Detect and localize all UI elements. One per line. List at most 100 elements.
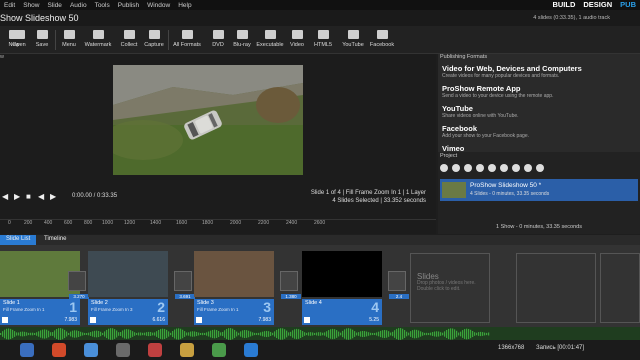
next-button[interactable]: ▶	[50, 192, 56, 201]
browser-icon[interactable]	[52, 343, 66, 357]
slide-caption: Slide 1 Fill Frame Zoom In 1 1 7.983	[0, 299, 80, 325]
save-icon	[36, 30, 48, 39]
project-panel: Project ProShow Slideshow 50 * 4 Slides …	[438, 152, 640, 234]
slide-info: Slide 1 of 4 | Fill Frame Zoom In 1 | 1 …	[311, 189, 426, 205]
rewind-button[interactable]: ◀	[2, 192, 8, 201]
grid-icon	[181, 30, 193, 39]
title-bar: Show Slideshow 50 4 slides (0:33.35), 1 …	[0, 10, 640, 26]
time-ruler[interactable]: 0 200 400 600 800 1000 1200 1400 1600 18…	[0, 219, 436, 231]
mode-publish[interactable]: PUB	[616, 0, 640, 10]
transition[interactable]: 2.4	[388, 271, 409, 299]
settings-icon[interactable]	[536, 164, 544, 172]
mode-design[interactable]: DESIGN	[579, 0, 616, 10]
app-icon[interactable]	[148, 343, 162, 357]
watermark-button[interactable]: Watermark	[84, 28, 112, 48]
youtube-button[interactable]: YouTube	[338, 28, 368, 48]
publishing-formats-panel: Publishing Formats Video for Web, Device…	[438, 54, 640, 153]
menu-tools[interactable]: Tools	[91, 2, 114, 9]
slide-card[interactable]: Slide 2 Fill Frame Zoom In 3 2 6.616	[88, 251, 168, 327]
menu-bar: Edit Show Slide Audio Tools Publish Wind…	[0, 0, 640, 10]
empty-slide-slot[interactable]	[600, 253, 640, 323]
facebook-button[interactable]: Facebook	[367, 28, 397, 48]
ruler-tick: 1200	[124, 220, 136, 226]
format-youtube[interactable]: YouTube Share videos online with YouTube…	[442, 104, 638, 119]
audio-track[interactable]	[0, 327, 640, 341]
arrow-down-icon[interactable]	[524, 164, 532, 172]
ruler-tick: 2000	[230, 220, 242, 226]
all-formats-button[interactable]: All Formats	[172, 28, 202, 48]
playback-controls: ◀ ▶ ■ ◀ ▶ 0:00.00 / 0:33.35 Slide 1 of 4…	[0, 187, 436, 207]
prev-button[interactable]: ◀	[38, 192, 44, 201]
screen-resolution: 1366x768	[498, 345, 525, 351]
collect-button[interactable]: Collect	[115, 28, 143, 48]
executable-button[interactable]: Executable	[255, 28, 285, 48]
play-icon[interactable]	[90, 317, 96, 323]
bluray-button[interactable]: Blu-ray	[228, 28, 256, 48]
tab-timeline[interactable]: Timeline	[38, 235, 72, 245]
ruler-tick: 1400	[150, 220, 162, 226]
folder-icon	[13, 30, 25, 39]
format-remote-app[interactable]: ProShow Remote App Send a video to your …	[442, 84, 638, 99]
toolbar: New Open Save Menu Watermark Collect Cap…	[0, 26, 640, 54]
app-icon[interactable]	[180, 343, 194, 357]
transition[interactable]: 3.691	[174, 271, 195, 299]
capture-button[interactable]: Capture	[140, 28, 168, 48]
play-button[interactable]: ▶	[14, 192, 20, 201]
app-icon[interactable]	[84, 343, 98, 357]
ruler-tick: 200	[24, 220, 33, 226]
ruler-tick: 1800	[202, 220, 214, 226]
proshow-icon[interactable]	[244, 343, 258, 357]
show-thumbnail	[442, 182, 466, 198]
show-name: ProShow Slideshow 50 *	[470, 182, 542, 189]
tab-slide-list[interactable]: Slide List	[0, 235, 37, 245]
stop-button[interactable]: ■	[26, 192, 31, 201]
project-show-item[interactable]: ProShow Slideshow 50 * 4 Slides - 0 minu…	[440, 179, 638, 201]
format-facebook[interactable]: Facebook Add your show to your Facebook …	[442, 124, 638, 139]
arrow-up-icon[interactable]	[512, 164, 520, 172]
slide-card[interactable]: Slide 4 4 5.25	[302, 251, 382, 327]
recording-status: Запись [00:01:47]	[536, 345, 585, 351]
app-icon[interactable]	[212, 343, 226, 357]
app-icon[interactable]	[116, 343, 130, 357]
slide-caption: Slide 3 Fill Frame Zoom In 1 3 7.983	[194, 299, 274, 325]
menu-publish[interactable]: Publish	[114, 2, 143, 9]
menu-button[interactable]: Menu	[55, 28, 83, 48]
slide-thumbnail	[302, 251, 382, 297]
ruler-tick: 2200	[258, 220, 270, 226]
ruler-tick: 800	[84, 220, 93, 226]
lock-icon[interactable]	[476, 164, 484, 172]
save-button[interactable]: Save	[28, 28, 56, 48]
menu-audio[interactable]: Audio	[66, 2, 91, 9]
play-icon[interactable]	[2, 317, 8, 323]
menu-edit[interactable]: Edit	[0, 2, 19, 9]
menu-window[interactable]: Window	[143, 2, 174, 9]
menu-slide[interactable]: Slide	[43, 2, 65, 9]
empty-slide-slot[interactable]	[516, 253, 596, 323]
slide-card[interactable]: Slide 3 Fill Frame Zoom In 1 3 7.983	[194, 251, 274, 327]
format-web-video[interactable]: Video for Web, Devices and Computers Cre…	[442, 64, 638, 79]
ruler-tick: 600	[64, 220, 73, 226]
ruler-tick: 2400	[286, 220, 298, 226]
menu-icon	[63, 30, 75, 39]
transition[interactable]: 1.380	[280, 271, 301, 299]
slide-info-line: Slide 1 of 4 | Fill Frame Zoom In 1 | 1 …	[310, 190, 426, 196]
explorer-icon[interactable]	[20, 343, 34, 357]
play-icon[interactable]	[304, 317, 310, 323]
menu-show[interactable]: Show	[19, 2, 43, 9]
video-button[interactable]: Video	[283, 28, 311, 48]
mode-build[interactable]: BUILD	[548, 0, 579, 10]
remove-icon[interactable]	[500, 164, 508, 172]
transition[interactable]: 3.270	[68, 271, 89, 299]
folder-icon[interactable]	[452, 164, 460, 172]
add-icon[interactable]	[488, 164, 496, 172]
open-icon[interactable]	[440, 164, 448, 172]
slide-thumbnail	[88, 251, 168, 297]
empty-slide-slot[interactable]: Slides Drop photos / videos here. Double…	[410, 253, 490, 323]
project-toolbar	[440, 164, 544, 176]
play-icon[interactable]	[196, 317, 202, 323]
html5-button[interactable]: HTML5	[309, 28, 337, 48]
menu-help[interactable]: Help	[174, 2, 195, 9]
show-meta: 4 Slides - 0 minutes, 33.35 seconds	[470, 191, 550, 197]
save-icon[interactable]	[464, 164, 472, 172]
collect-icon	[123, 30, 135, 39]
